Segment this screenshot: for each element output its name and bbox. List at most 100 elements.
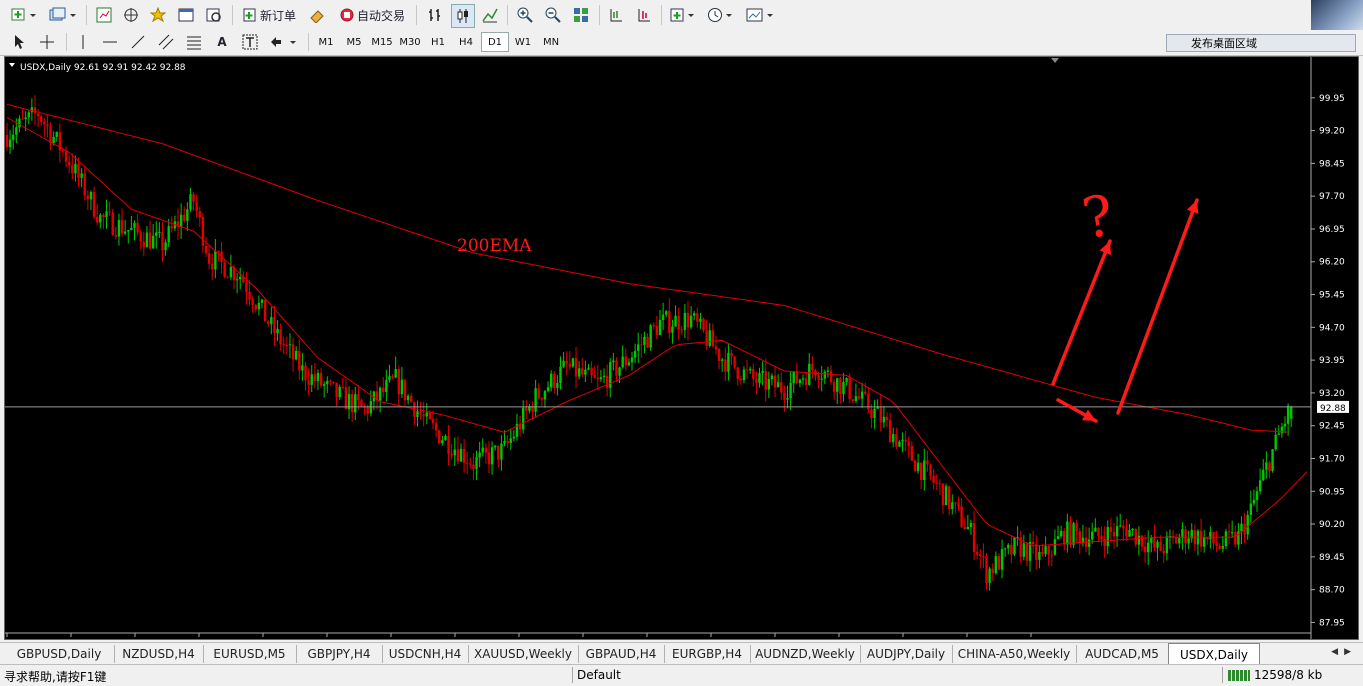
candle-body — [148, 232, 152, 249]
candle-body — [151, 235, 155, 249]
candle-body — [8, 139, 12, 147]
tab-xauusd-weekly[interactable]: XAUUSD,Weekly — [468, 645, 579, 663]
candlestick-icon[interactable] — [451, 4, 475, 28]
candle-body — [133, 222, 136, 228]
candle-body — [1199, 530, 1203, 547]
candle-body — [434, 423, 438, 431]
tab-china-a50-weekly[interactable]: CHINA-A50,Weekly — [952, 645, 1077, 663]
tab-usdcnh-h4[interactable]: USDCNH,H4 — [382, 645, 469, 663]
candle-body — [1041, 551, 1044, 555]
candle-body — [630, 357, 634, 363]
favorites-icon[interactable] — [147, 4, 169, 26]
timeframe-m5[interactable]: M5 — [341, 33, 367, 51]
crosshair-icon[interactable] — [36, 32, 58, 52]
timeframe-h1[interactable]: H1 — [425, 33, 451, 51]
indicators-icon[interactable] — [667, 4, 699, 26]
chart-shift-icon[interactable] — [605, 4, 627, 26]
chart-shift-marker-icon[interactable] — [1051, 58, 1059, 63]
tab-audnzd-weekly[interactable]: AUDNZD,Weekly — [750, 645, 861, 663]
templates-icon[interactable] — [744, 4, 778, 26]
navigator-icon[interactable] — [120, 4, 142, 26]
publish-desktop-button[interactable]: 发布桌面区域 — [1166, 34, 1356, 52]
candle-body — [562, 360, 565, 367]
candle-body — [599, 377, 603, 380]
candle-body — [873, 408, 876, 418]
candle-body — [727, 352, 730, 372]
candle-body — [164, 242, 167, 251]
chart-window[interactable]: 92.88 200EMA? 99.95 99.20 98.45 97.70 96.95 9… — [4, 56, 1359, 640]
candle-body — [537, 388, 540, 398]
timeframe-m30[interactable]: M30 — [397, 33, 423, 51]
trendline-icon[interactable] — [127, 32, 149, 52]
candle-body — [226, 277, 229, 279]
timeframe-d1[interactable]: D1 — [481, 32, 509, 52]
tab-audjpy-daily[interactable]: AUDJPY,Daily — [860, 645, 953, 663]
timeframe-m15[interactable]: M15 — [369, 33, 395, 51]
cursor-icon[interactable] — [8, 32, 30, 52]
text-label-icon[interactable] — [239, 32, 261, 52]
candle-body — [944, 486, 948, 506]
candle-body — [55, 132, 58, 137]
horizontal-line-icon[interactable] — [99, 32, 121, 52]
fibonacci-icon[interactable] — [183, 32, 205, 52]
tab-gbpusd-daily[interactable]: GBPUSD,Daily — [4, 645, 115, 663]
metaeditor-icon[interactable] — [306, 4, 328, 26]
candle-body — [926, 460, 929, 465]
candle-body — [61, 150, 65, 152]
tab-gbpaud-h4[interactable]: GBPAUD,H4 — [578, 645, 665, 663]
tab-audcad-m5[interactable]: AUDCAD,M5 — [1076, 645, 1169, 663]
new-order-button[interactable]: 新订单 — [238, 4, 300, 26]
candle-body — [217, 250, 220, 252]
bar-chart-icon[interactable] — [424, 4, 446, 26]
tab-eurusd-m5[interactable]: EURUSD,M5 — [203, 645, 297, 663]
candle-body — [447, 435, 450, 454]
candle-body — [938, 483, 942, 485]
line-chart-icon[interactable] — [479, 4, 501, 26]
candle-body — [179, 214, 183, 227]
strategy-tester-icon[interactable] — [203, 4, 225, 26]
candle-body — [142, 241, 146, 248]
zoom-in-icon[interactable] — [514, 4, 536, 26]
auto-trading-button[interactable]: 自动交易 — [334, 4, 410, 26]
candle-body — [957, 502, 960, 507]
tab-eurgbp-h4[interactable]: EURGBP,H4 — [664, 645, 751, 663]
current-price-label: 92.88 — [1320, 404, 1346, 414]
timeframe-m1[interactable]: M1 — [313, 33, 339, 51]
tab-gbpjpy-h4[interactable]: GBPJPY,H4 — [296, 645, 383, 663]
new-chart-icon[interactable] — [8, 4, 40, 26]
candle-body — [543, 391, 547, 400]
profiles-icon[interactable] — [46, 4, 80, 26]
price-chart[interactable]: 92.88 200EMA? 99.95 99.20 98.45 97.70 96.95 9… — [5, 57, 1358, 639]
candle-body — [248, 291, 251, 299]
tab-usdx-daily[interactable]: USDX,Daily — [1168, 643, 1260, 665]
candle-body — [1094, 527, 1097, 532]
terminal-icon[interactable] — [175, 4, 197, 26]
candle-body — [189, 194, 192, 210]
vertical-line-icon[interactable] — [72, 32, 94, 52]
candle-body — [475, 457, 478, 469]
tab-scroll-icon[interactable]: ◀▶ — [1331, 647, 1357, 657]
arrows-icon[interactable] — [266, 32, 300, 52]
tab-nzdusd-h4[interactable]: NZDUSD,H4 — [114, 645, 204, 663]
zoom-out-icon[interactable] — [542, 4, 564, 26]
timeframe-h4[interactable]: H4 — [453, 33, 479, 51]
candle-body — [811, 363, 814, 371]
candle-body — [674, 315, 677, 327]
market-watch-icon[interactable] — [93, 4, 115, 26]
candle-body — [966, 526, 970, 530]
candle-body — [139, 232, 142, 242]
text-icon[interactable]: A — [211, 32, 233, 52]
tile-windows-icon[interactable] — [570, 4, 592, 26]
autoscroll-icon[interactable] — [633, 4, 655, 26]
timeframe-mn[interactable]: MN — [538, 33, 564, 51]
candle-body — [714, 346, 718, 350]
equidistant-channel-icon[interactable] — [155, 32, 177, 52]
timeframe-w1[interactable]: W1 — [510, 33, 536, 51]
candle-body — [419, 411, 422, 415]
candle-body — [1143, 546, 1147, 553]
chart-menu-icon[interactable] — [9, 63, 15, 67]
candle-body — [462, 448, 466, 463]
periods-icon[interactable] — [705, 4, 737, 26]
candle-body — [1262, 469, 1265, 481]
candle-body — [671, 326, 674, 333]
